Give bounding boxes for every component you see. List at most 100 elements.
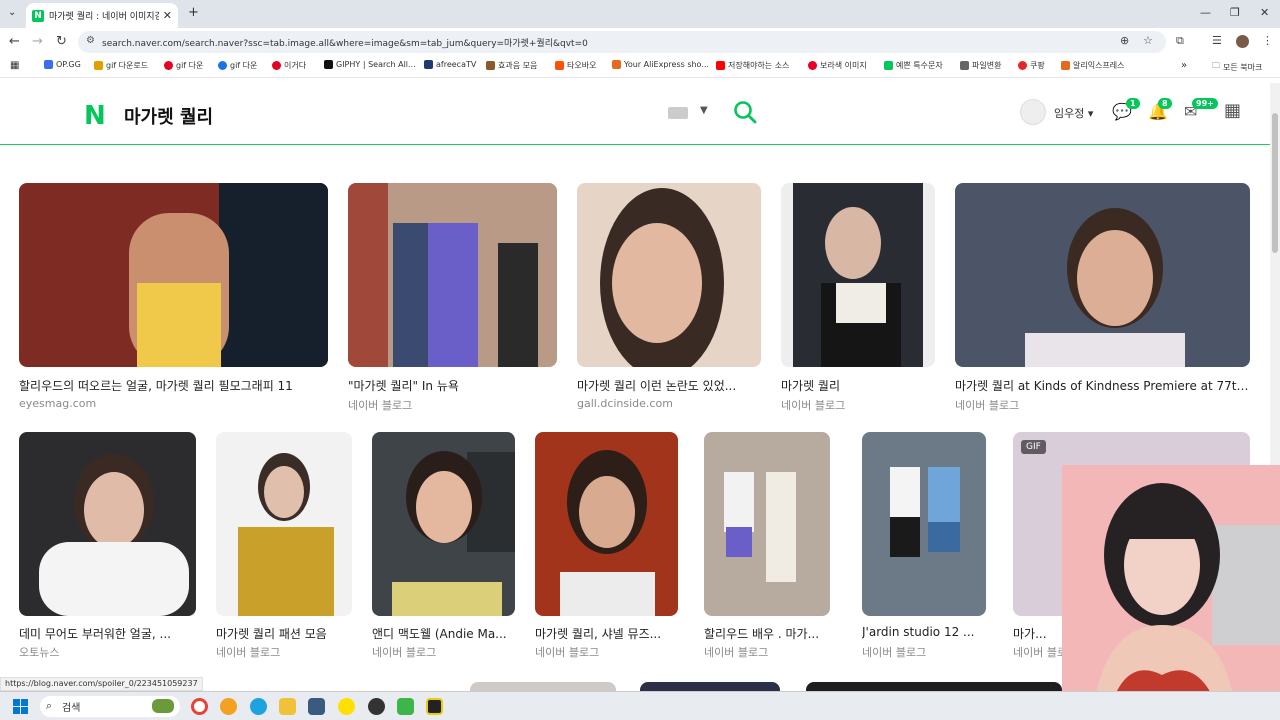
browser-tab-active[interactable]: N 마가렛 퀄리 : 네이버 이미지검색 ✕: [26, 3, 178, 28]
reading-list-icon[interactable]: ☰: [1212, 34, 1222, 47]
chrome-icon[interactable]: [191, 698, 208, 715]
bookmark-item[interactable]: 보라색 이미지: [808, 60, 867, 71]
bookmark-star-icon[interactable]: ☆: [1143, 34, 1153, 47]
result-thumbnail[interactable]: [372, 432, 515, 616]
result-thumbnail[interactable]: [577, 183, 761, 367]
result-source[interactable]: 네이버 블로그: [704, 644, 830, 660]
extensions-icon[interactable]: ⧉: [1176, 34, 1184, 48]
all-bookmarks-folder[interactable]: 🗀 모든 북마크: [1212, 60, 1262, 74]
bookmark-item[interactable]: OP.GG: [44, 60, 81, 69]
result-thumbnail[interactable]: [19, 432, 196, 616]
result-caption[interactable]: 마가렛 퀄리, 샤넬 뮤즈...: [535, 625, 678, 642]
keyboard-icon[interactable]: [668, 107, 688, 119]
result-caption[interactable]: 앤디 맥도웰 (Andie Ma...: [372, 625, 515, 642]
bookmark-item[interactable]: 쿠팡: [1018, 60, 1045, 71]
result-thumbnail[interactable]: [216, 432, 352, 616]
close-window-icon[interactable]: ✕: [1260, 6, 1269, 19]
taskbar-search-box[interactable]: ⌕ 검색: [40, 696, 180, 717]
close-tab-icon[interactable]: ✕: [163, 9, 172, 22]
bookmark-item[interactable]: afreecaTV: [424, 60, 476, 69]
search-highlight-icon: [152, 699, 174, 713]
result-thumbnail[interactable]: [535, 432, 678, 616]
bookmark-item[interactable]: 파일변환: [960, 60, 1001, 71]
bookmark-item[interactable]: 타오바오: [555, 60, 596, 71]
result-caption[interactable]: 데미 무어도 부러워한 얼굴, ...: [19, 625, 196, 642]
minimize-icon[interactable]: —: [1200, 6, 1211, 19]
search-query-input[interactable]: 마가렛 퀄리: [124, 103, 213, 129]
file-explorer-icon[interactable]: [279, 698, 296, 715]
edge-icon[interactable]: [250, 698, 267, 715]
site-info-icon[interactable]: ⚙: [86, 35, 95, 46]
forward-icon[interactable]: →: [32, 34, 43, 49]
app-icon[interactable]: [368, 698, 385, 715]
bookmark-item[interactable]: GIPHY | Search All...: [324, 60, 416, 69]
image-result-partial[interactable]: [470, 682, 616, 691]
app-icon[interactable]: [426, 698, 443, 715]
apps-grid-icon[interactable]: ▦: [10, 60, 19, 71]
result-source[interactable]: 네이버 블로그: [348, 397, 557, 413]
chevron-down-icon[interactable]: ▼: [700, 105, 708, 116]
app-icon[interactable]: [220, 698, 237, 715]
reload-icon[interactable]: ↻: [56, 34, 67, 49]
bookmark-item[interactable]: 효과음 모음: [486, 60, 537, 71]
browser-tab-strip: ⌄ N 마가렛 퀄리 : 네이버 이미지검색 ✕ + — ❐ ✕: [0, 0, 1280, 28]
image-result-partial[interactable]: [806, 682, 1062, 691]
back-icon[interactable]: ←: [9, 34, 20, 49]
result-thumbnail[interactable]: [781, 183, 935, 367]
address-bar[interactable]: ⚙ search.naver.com/search.naver?ssc=tab.…: [78, 31, 1166, 53]
result-source[interactable]: 네이버 블로그: [216, 644, 352, 660]
result-thumbnail[interactable]: [862, 432, 986, 616]
result-source[interactable]: eyesmag.com: [19, 397, 328, 410]
profile-avatar-icon[interactable]: [1236, 35, 1249, 48]
result-thumbnail[interactable]: [348, 183, 557, 367]
tab-search-icon[interactable]: ⌄: [8, 7, 16, 18]
result-thumbnail[interactable]: [704, 432, 830, 616]
result-source[interactable]: 네이버 블로그: [955, 397, 1250, 413]
search-icon: ⌕: [46, 699, 53, 712]
mail-badge: 99+: [1192, 98, 1218, 109]
user-name-menu[interactable]: 임우정 ▾: [1054, 105, 1093, 121]
windows-start-icon[interactable]: [13, 699, 28, 714]
result-source[interactable]: 네이버 블로그: [535, 644, 678, 660]
bookmarks-bar: ▦ OP.GG gif 다운로드 gif 다운 gif 다운 이거다 GIPHY…: [0, 56, 1280, 78]
app-grid-icon[interactable]: ▦: [1224, 100, 1241, 121]
naver-logo[interactable]: N: [84, 101, 106, 131]
bookmark-item[interactable]: gif 다운: [218, 60, 257, 71]
result-source[interactable]: 오토뉴스: [19, 644, 196, 660]
bookmarks-overflow-icon[interactable]: »: [1181, 60, 1187, 71]
app-icon[interactable]: [308, 698, 325, 715]
browser-menu-icon[interactable]: ⋮: [1262, 34, 1273, 47]
result-source[interactable]: 네이버 블로그: [862, 644, 986, 660]
result-caption[interactable]: 할리우드의 떠오르는 얼굴, 마가렛 퀄리 필모그래피 11: [19, 377, 328, 394]
image-result-partial[interactable]: [640, 682, 780, 691]
app-icon[interactable]: [397, 698, 414, 715]
user-avatar[interactable]: [1020, 99, 1046, 125]
result-source[interactable]: 네이버 블로그: [372, 644, 515, 660]
bookmark-item[interactable]: 이거다: [272, 60, 306, 71]
talk-badge: 1: [1126, 98, 1140, 109]
result-caption[interactable]: 마가렛 퀄리 at Kinds of Kindness Premiere at …: [955, 377, 1250, 394]
result-thumbnail[interactable]: [19, 183, 328, 367]
bookmark-item[interactable]: Your AliExpress sho...: [612, 60, 709, 69]
result-caption[interactable]: "마가렛 퀄리" In 뉴욕: [348, 377, 557, 394]
result-caption[interactable]: 마가렛 퀄리 패션 모음: [216, 625, 352, 642]
bookmark-item[interactable]: gif 다운로드: [94, 60, 148, 71]
zoom-icon[interactable]: ⊕: [1120, 34, 1129, 47]
result-caption[interactable]: 할리우드 배우 . 마가...: [704, 625, 830, 642]
result-caption[interactable]: 마가렛 퀄리 이런 논란도 있었...: [577, 377, 761, 394]
result-caption[interactable]: 마가렛 퀄리: [781, 377, 935, 394]
bookmark-item[interactable]: 알리익스프레스: [1061, 60, 1125, 71]
scrollbar-thumb[interactable]: [1272, 113, 1278, 253]
result-caption[interactable]: J'ardin studio 12 ...: [862, 625, 986, 639]
bookmark-item[interactable]: 저장해야하는 소스: [716, 60, 789, 71]
search-icon[interactable]: [732, 99, 758, 125]
tab-title: 마가렛 퀄리 : 네이버 이미지검색: [49, 12, 159, 22]
new-tab-icon[interactable]: +: [188, 5, 199, 20]
result-source[interactable]: gall.dcinside.com: [577, 397, 761, 410]
result-source[interactable]: 네이버 블로그: [781, 397, 935, 413]
restore-icon[interactable]: ❐: [1230, 6, 1240, 19]
kakaotalk-icon[interactable]: [338, 698, 355, 715]
result-thumbnail[interactable]: [955, 183, 1250, 367]
bookmark-item[interactable]: 예쁜 특수문자: [884, 60, 943, 71]
bookmark-item[interactable]: gif 다운: [164, 60, 203, 71]
